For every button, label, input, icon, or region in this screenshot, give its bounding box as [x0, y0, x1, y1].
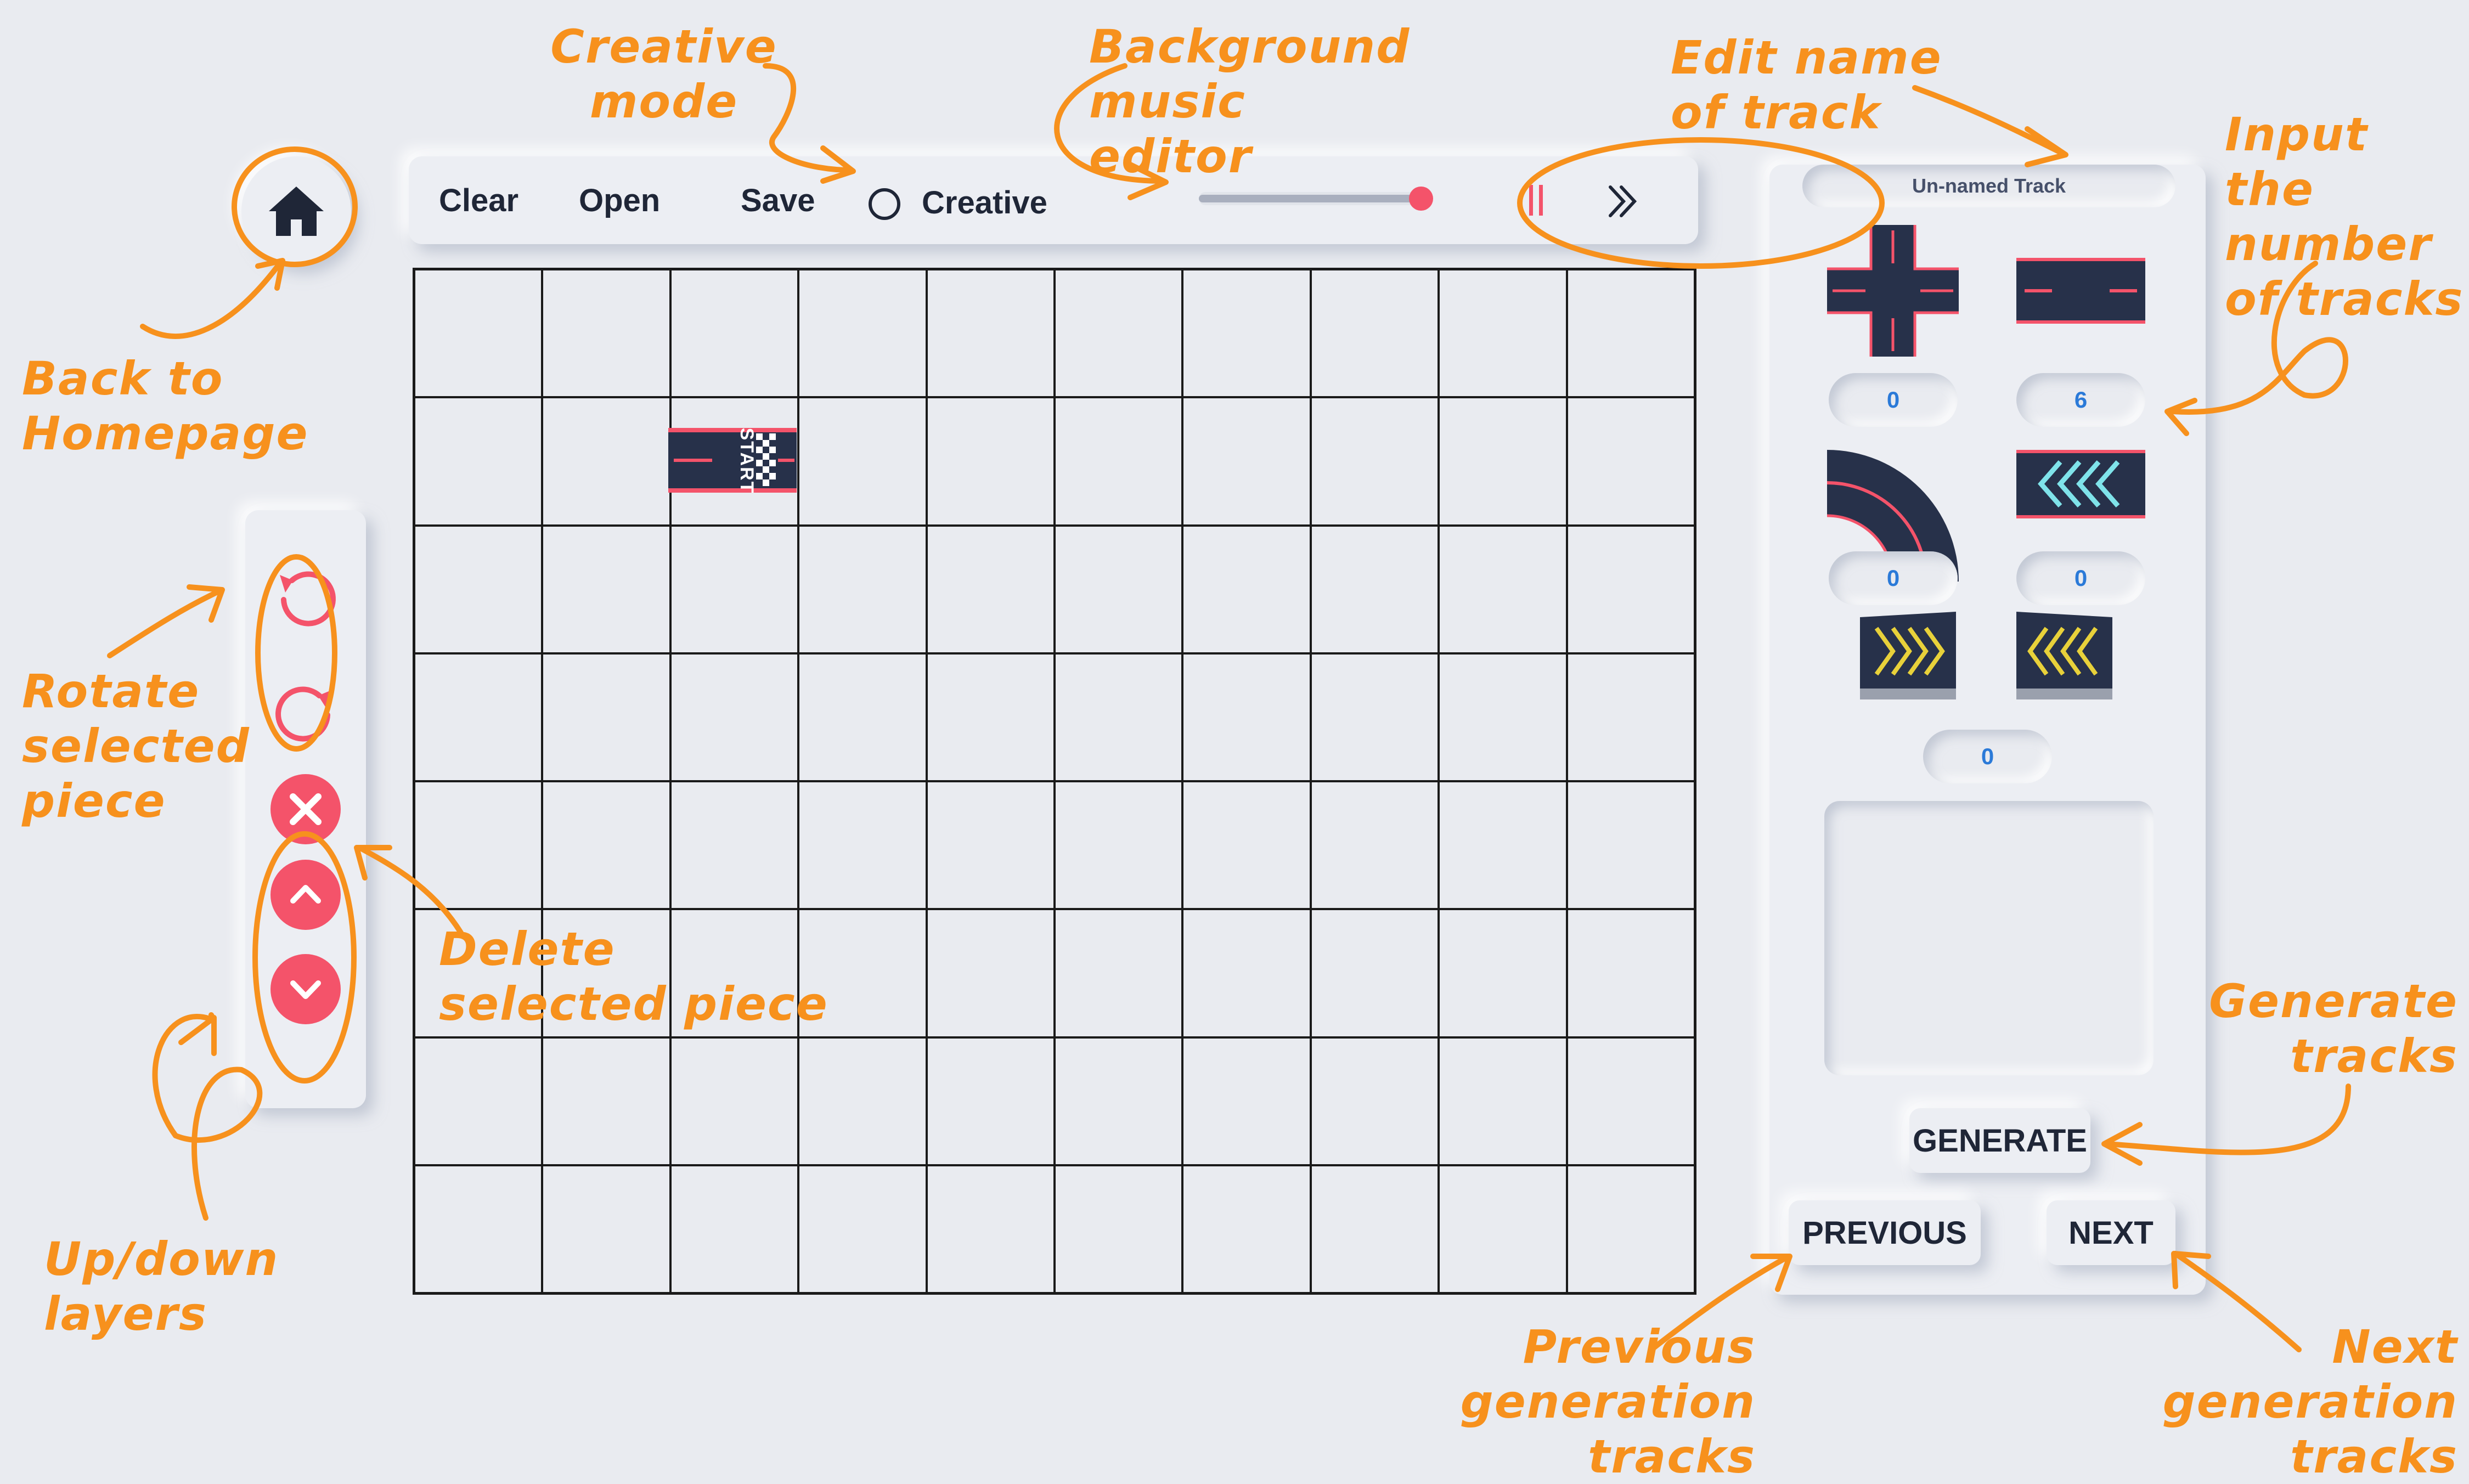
annotation-next: Next generation tracks: [2162, 1320, 2458, 1483]
annotation-generate: Generate tracks: [2209, 974, 2458, 1083]
annotation-input-number: Input the number of tracks: [2225, 108, 2464, 326]
home-arrow: [140, 258, 285, 339]
annotation-updown: Up/down layers: [44, 1232, 279, 1341]
updown-highlight: [252, 831, 357, 1084]
updown-arrow: [152, 1012, 263, 1221]
annotation-previous: Previous generation tracks: [1460, 1320, 1756, 1483]
annotation-creative-mode: Creative mode: [550, 20, 777, 128]
annotation-back-home: Back to Homepage: [22, 352, 309, 460]
home-highlight: [232, 146, 358, 267]
rotate-arrow: [107, 584, 225, 658]
rotate-highlight: [255, 554, 337, 752]
annotation-edit-name: Edit name of track: [1671, 31, 1942, 139]
annotation-overlay: [107, 63, 2351, 1352]
delete-arrow: [354, 845, 464, 935]
generate-arrow: [2101, 1084, 2351, 1166]
annotation-rotate: Rotate selected piece: [22, 664, 250, 828]
annotation-music-editor: Background music editor: [1089, 20, 1411, 183]
annotation-delete: Delete selected piece: [439, 922, 828, 1031]
